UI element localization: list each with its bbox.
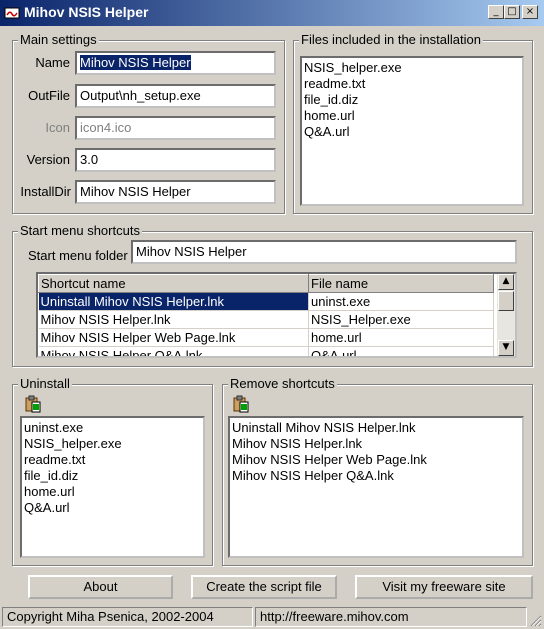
table-cell[interactable]: Q&A.url [308, 346, 494, 356]
visit-site-button[interactable]: Visit my freeware site [355, 575, 533, 599]
list-item[interactable]: file_id.diz [24, 468, 201, 484]
create-script-button[interactable]: Create the script file [191, 575, 337, 599]
main-settings-label: Main settings [18, 32, 99, 47]
outfile-field[interactable]: Output\nh_setup.exe [75, 84, 276, 108]
outfile-label: OutFile [28, 88, 70, 103]
maximize-button[interactable]: □ [504, 5, 520, 19]
minimize-button[interactable]: _ [488, 5, 504, 19]
column-header-shortcut-name[interactable]: Shortcut name [38, 274, 309, 293]
window-title: Mihov NSIS Helper [24, 4, 149, 20]
close-button[interactable]: × [522, 5, 538, 19]
shortcuts-scrollbar[interactable]: ▲ ▼ [497, 274, 515, 356]
column-header-file-name[interactable]: File name [308, 274, 494, 293]
table-cell[interactable]: Mihov NSIS Helper Q&A.lnk [38, 346, 309, 356]
icon-field: icon4.ico [75, 116, 276, 140]
shortcuts-grid[interactable]: Shortcut name File name Uninstall Mihov … [36, 272, 517, 358]
status-url: http://freeware.mihov.com [255, 607, 527, 627]
table-cell[interactable]: Mihov NSIS Helper.lnk [38, 310, 309, 329]
list-item[interactable]: Mihov NSIS Helper Q&A.lnk [232, 468, 520, 484]
list-item[interactable]: readme.txt [304, 76, 520, 92]
files-group-label: Files included in the installation [299, 32, 483, 47]
list-item[interactable]: home.url [304, 108, 520, 124]
list-item[interactable]: NSIS_helper.exe [304, 60, 520, 76]
table-cell[interactable]: home.url [308, 328, 494, 347]
version-label: Version [26, 152, 70, 167]
list-item[interactable]: Q&A.url [304, 124, 520, 140]
scroll-thumb[interactable] [498, 291, 514, 311]
table-cell[interactable]: Mihov NSIS Helper Web Page.lnk [38, 328, 309, 347]
list-item[interactable]: Mihov NSIS Helper Web Page.lnk [232, 452, 520, 468]
resize-grip-icon[interactable] [528, 613, 542, 627]
status-copyright: Copyright Miha Psenica, 2002-2004 [2, 607, 253, 627]
start-menu-group-label: Start menu shortcuts [18, 223, 142, 238]
scroll-down-icon[interactable]: ▼ [498, 340, 514, 356]
start-menu-folder-label: Start menu folder [28, 248, 128, 263]
about-button[interactable]: About [28, 575, 173, 599]
list-item[interactable]: Q&A.url [24, 500, 201, 516]
table-row[interactable]: Mihov NSIS Helper Q&A.lnk Q&A.url [38, 346, 494, 356]
start-menu-folder-field[interactable]: Mihov NSIS Helper [131, 240, 517, 264]
name-label: Name [35, 55, 70, 70]
table-row[interactable]: Mihov NSIS Helper.lnk NSIS_Helper.exe [38, 310, 494, 329]
name-field-value: Mihov NSIS Helper [80, 55, 191, 70]
installdir-field[interactable]: Mihov NSIS Helper [75, 180, 276, 204]
table-cell[interactable]: uninst.exe [308, 292, 494, 311]
remove-shortcuts-listbox[interactable]: Uninstall Mihov NSIS Helper.lnk Mihov NS… [228, 416, 524, 558]
remove-shortcuts-group-label: Remove shortcuts [228, 376, 337, 391]
list-item[interactable]: file_id.diz [304, 92, 520, 108]
table-cell[interactable]: NSIS_Helper.exe [308, 310, 494, 329]
icon-label: Icon [45, 120, 70, 135]
list-item[interactable]: readme.txt [24, 452, 201, 468]
uninstall-group-label: Uninstall [18, 376, 72, 391]
uninstall-listbox[interactable]: uninst.exe NSIS_helper.exe readme.txt fi… [20, 416, 205, 558]
scroll-up-icon[interactable]: ▲ [498, 274, 514, 290]
list-item[interactable]: Mihov NSIS Helper.lnk [232, 436, 520, 452]
clipboard-paste-icon[interactable] [24, 395, 42, 413]
table-row[interactable]: Mihov NSIS Helper Web Page.lnk home.url [38, 328, 494, 347]
name-field[interactable]: Mihov NSIS Helper [75, 51, 276, 75]
list-item[interactable]: NSIS_helper.exe [24, 436, 201, 452]
files-listbox[interactable]: NSIS_helper.exe readme.txt file_id.diz h… [300, 56, 524, 206]
list-item[interactable]: Uninstall Mihov NSIS Helper.lnk [232, 420, 520, 436]
table-row[interactable]: Uninstall Mihov NSIS Helper.lnk uninst.e… [38, 292, 494, 311]
list-item[interactable]: uninst.exe [24, 420, 201, 436]
table-cell[interactable]: Uninstall Mihov NSIS Helper.lnk [38, 292, 309, 311]
clipboard-paste-icon[interactable] [232, 395, 250, 413]
version-field[interactable]: 3.0 [75, 148, 276, 172]
installdir-label: InstallDir [20, 184, 71, 199]
app-icon [4, 7, 20, 19]
list-item[interactable]: home.url [24, 484, 201, 500]
shortcuts-table: Shortcut name File name Uninstall Mihov … [38, 274, 494, 356]
